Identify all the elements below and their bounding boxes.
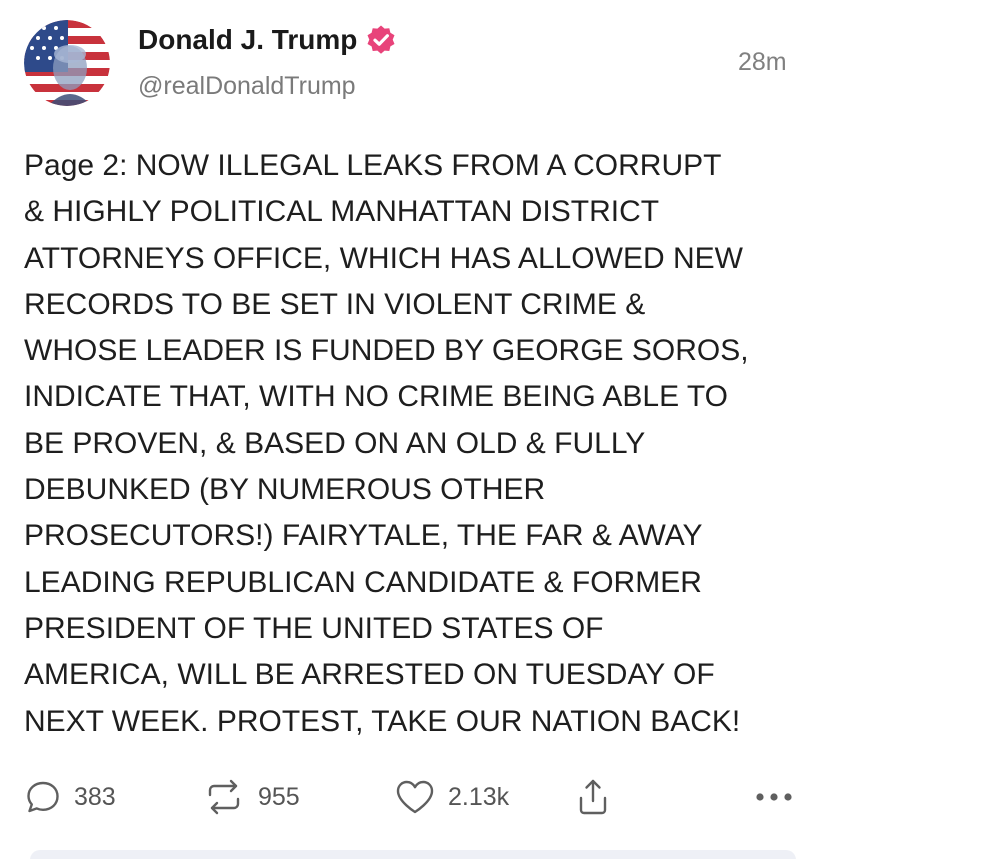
post-text-line: INDICATE THAT, WITH NO CRIME BEING ABLE … [24,380,728,414]
verified-badge-icon [365,24,397,56]
post-text-line: Page 2: NOW ILLEGAL LEAKS FROM A CORRUPT [24,149,722,182]
reply-count: 383 [74,782,116,811]
post-body: Page 2: NOW ILLEGAL LEAKS FROM A CORRUPT… [24,143,924,745]
post-text-line: DEBUNKED (BY NUMEROUS OTHER [24,473,546,507]
post-text-line: LEADING REPUBLICAN CANDIDATE & FORMER [24,565,702,599]
author-handle[interactable]: @realDonaldTrump [138,72,356,101]
post-text-line: BE PROVEN, & BASED ON AN OLD & FULLY [24,426,646,460]
post-timestamp[interactable]: 28m [738,48,787,77]
heart-icon [396,780,434,814]
like-count: 2.13k [448,782,510,811]
post-text-line: PRESIDENT OF THE UNITED STATES OF [24,611,604,645]
author-name[interactable]: Donald J. Trump [138,24,397,56]
share-button[interactable] [576,772,610,822]
post-text-line: RECORDS TO BE SET IN VIOLENT CRIME & [24,287,646,321]
flag-portrait-avatar-icon [24,20,110,106]
author-name-text: Donald J. Trump [138,24,358,55]
repost-button[interactable]: 955 [202,772,300,822]
like-button[interactable]: 2.13k [394,772,509,822]
post-text-line: PROSECUTORS!) FAIRYTALE, THE FAR & AWAY [24,519,703,553]
reply-bubble-icon [27,781,59,813]
repost-arrows-icon [208,779,240,815]
post-card: Donald J. Trump @realDonaldTrump 28m Pag… [0,0,1000,859]
author-avatar[interactable] [24,20,110,106]
share-upload-icon [579,779,607,815]
repost-count: 955 [258,782,300,811]
post-text-line: AMERICA, WILL BE ARRESTED ON TUESDAY OF [24,658,715,692]
more-options-button[interactable] [752,772,802,822]
reply-button[interactable]: 383 [24,772,116,822]
post-actions-bar: 383 955 2.13k [24,772,804,822]
post-text-line: NEXT WEEK. PROTEST, TAKE OUR NATION BACK… [24,704,741,738]
post-text-line: WHOSE LEADER IS FUNDED BY GEORGE SOROS, [24,334,749,368]
reply-composer-bar[interactable] [30,850,796,859]
post-text-line: & HIGHLY POLITICAL MANHATTAN DISTRICT [24,195,660,229]
more-dots-icon [756,793,792,801]
post-text-line: ATTORNEYS OFFICE, WHICH HAS ALLOWED NEW [24,241,743,275]
